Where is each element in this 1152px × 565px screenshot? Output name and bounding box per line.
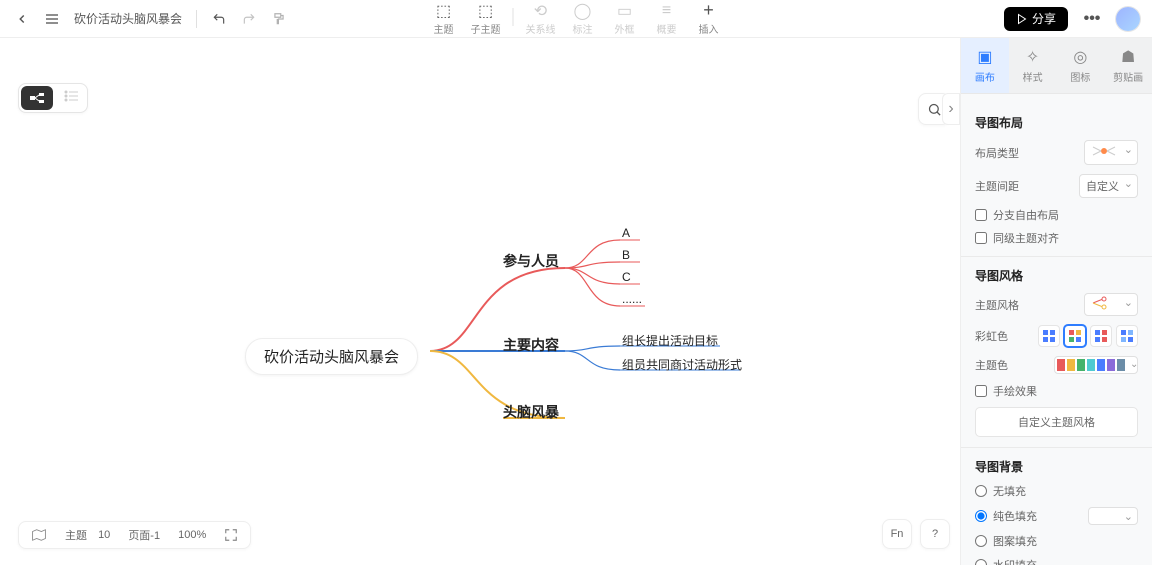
- tool-label: 子主题: [471, 21, 501, 36]
- rainbow-opt-4[interactable]: [1116, 325, 1138, 347]
- sidebar-collapse-icon[interactable]: ›: [942, 93, 960, 125]
- corner-buttons: Fn ?: [882, 519, 950, 549]
- help-button[interactable]: ?: [920, 519, 950, 549]
- share-button[interactable]: 分享: [1004, 7, 1068, 31]
- free-branch-check[interactable]: 分支自由布局: [975, 207, 1138, 223]
- bg-solid-color-select[interactable]: [1088, 507, 1138, 525]
- mindmap-view-icon[interactable]: [21, 86, 53, 110]
- rainbow-opt-1[interactable]: [1038, 325, 1060, 347]
- status-bar: 主题 10 页面-1 100%: [18, 521, 251, 549]
- main-area: › 砍价活动头脑风暴会 参与人员 A B C ....: [0, 38, 1152, 565]
- avatar[interactable]: [1116, 7, 1140, 31]
- doc-title[interactable]: 砍价活动头脑风暴会: [74, 10, 182, 27]
- tool-label: 外框: [615, 21, 635, 36]
- page-indicator[interactable]: 页面-1: [128, 527, 160, 543]
- tool-subtopic[interactable]: ⬚子主题: [465, 0, 507, 36]
- leaf-C[interactable]: C: [622, 270, 631, 284]
- undo-icon[interactable]: [205, 5, 233, 33]
- top-bar: 砍价活动头脑风暴会 ⬚主题 ⬚子主题 ⟲关系线 ◯标注 ▭外框 ≡概要 +插入 …: [0, 0, 1152, 38]
- spacing-select[interactable]: 自定义: [1079, 174, 1138, 198]
- branch-brainstorm[interactable]: 头脑风暴: [503, 402, 559, 422]
- tool-topic[interactable]: ⬚主题: [423, 0, 465, 36]
- menu-icon[interactable]: [38, 5, 66, 33]
- tab-clipboard[interactable]: ☗剪贴画: [1104, 38, 1152, 93]
- leaf-B[interactable]: B: [622, 248, 630, 262]
- sibling-align-check[interactable]: 同级主题对齐: [975, 230, 1138, 246]
- leaf-more[interactable]: ......: [622, 292, 642, 306]
- divider: [196, 10, 197, 28]
- sidebar: ▣画布 ✧样式 ◎图标 ☗剪贴画 导图布局 布局类型 主题间距 自定义 分支自由…: [960, 38, 1152, 565]
- divider: [961, 256, 1152, 257]
- tool-label: 关系线: [526, 21, 556, 36]
- hand-drawn-check[interactable]: 手绘效果: [975, 383, 1138, 399]
- branch-content[interactable]: 主要内容: [503, 335, 559, 355]
- tab-icons[interactable]: ◎图标: [1057, 38, 1105, 93]
- outline-view-icon[interactable]: [55, 84, 87, 108]
- more-icon[interactable]: •••: [1078, 5, 1106, 33]
- leaf-discuss[interactable]: 组员共同商讨活动形式: [622, 356, 742, 373]
- theme-style-label: 主题风格: [975, 297, 1019, 313]
- rainbow-opt-3[interactable]: [1090, 325, 1112, 347]
- tool-insert[interactable]: +插入: [688, 0, 730, 36]
- leaf-goal[interactable]: 组长提出活动目标: [622, 332, 718, 349]
- top-left-group: 砍价活动头脑风暴会: [0, 5, 293, 33]
- tool-summary[interactable]: ≡概要: [646, 0, 688, 36]
- tab-canvas[interactable]: ▣画布: [961, 38, 1009, 93]
- format-painter-icon[interactable]: [265, 5, 293, 33]
- fullscreen-icon[interactable]: [224, 528, 238, 542]
- back-icon[interactable]: [8, 5, 36, 33]
- canvas[interactable]: › 砍价活动头脑风暴会 参与人员 A B C ....: [0, 38, 960, 565]
- bg-solid-radio[interactable]: 纯色填充: [975, 507, 1138, 525]
- side-panel: 导图布局 布局类型 主题间距 自定义 分支自由布局 同级主题对齐 导图风格 主题…: [961, 94, 1152, 565]
- bg-watermark-radio[interactable]: 水印填充: [975, 557, 1138, 565]
- section-bg-title: 导图背景: [975, 458, 1138, 475]
- bg-none-radio[interactable]: 无填充: [975, 483, 1138, 499]
- custom-style-button[interactable]: 自定义主题风格: [975, 407, 1138, 437]
- mindmap-diagram: 砍价活动头脑风暴会 参与人员 A B C ...... 主要内容 组长提出活动目…: [245, 193, 805, 453]
- fn-button[interactable]: Fn: [882, 519, 912, 549]
- layout-type-select[interactable]: [1084, 140, 1138, 165]
- redo-icon[interactable]: [235, 5, 263, 33]
- theme-style-select[interactable]: [1084, 293, 1138, 316]
- layout-type-label: 布局类型: [975, 145, 1019, 161]
- tool-label: 概要: [657, 21, 677, 36]
- tool-relation[interactable]: ⟲关系线: [520, 0, 562, 36]
- topic-count[interactable]: 主题 10: [65, 527, 110, 543]
- divider: [961, 447, 1152, 448]
- leaf-A[interactable]: A: [622, 226, 630, 240]
- map-icon[interactable]: [31, 528, 47, 542]
- theme-color-select[interactable]: ⌄: [1054, 356, 1138, 374]
- divider: [513, 8, 514, 26]
- rainbow-opt-2[interactable]: [1064, 325, 1086, 347]
- view-toggle: [18, 83, 88, 113]
- section-style-title: 导图风格: [975, 267, 1138, 284]
- top-center-tools: ⬚主题 ⬚子主题 ⟲关系线 ◯标注 ▭外框 ≡概要 +插入: [423, 0, 730, 38]
- bg-pattern-radio[interactable]: 图案填充: [975, 533, 1138, 549]
- share-label: 分享: [1032, 10, 1056, 27]
- zoom-level[interactable]: 100%: [178, 529, 206, 541]
- tool-label: 标注: [573, 21, 593, 36]
- tool-note[interactable]: ◯标注: [562, 0, 604, 36]
- top-right-group: 分享 •••: [1004, 5, 1152, 33]
- mindmap-root[interactable]: 砍价活动头脑风暴会: [245, 338, 418, 375]
- section-layout-title: 导图布局: [975, 114, 1138, 131]
- branch-participants[interactable]: 参与人员: [503, 251, 559, 271]
- tool-label: 插入: [699, 21, 719, 36]
- tab-format[interactable]: ✧样式: [1009, 38, 1057, 93]
- spacing-label: 主题间距: [975, 178, 1019, 194]
- theme-color-label: 主题色: [975, 357, 1008, 373]
- side-tabs: ▣画布 ✧样式 ◎图标 ☗剪贴画: [961, 38, 1152, 94]
- tool-frame[interactable]: ▭外框: [604, 0, 646, 36]
- tool-label: 主题: [434, 21, 454, 36]
- rainbow-label: 彩虹色: [975, 328, 1008, 344]
